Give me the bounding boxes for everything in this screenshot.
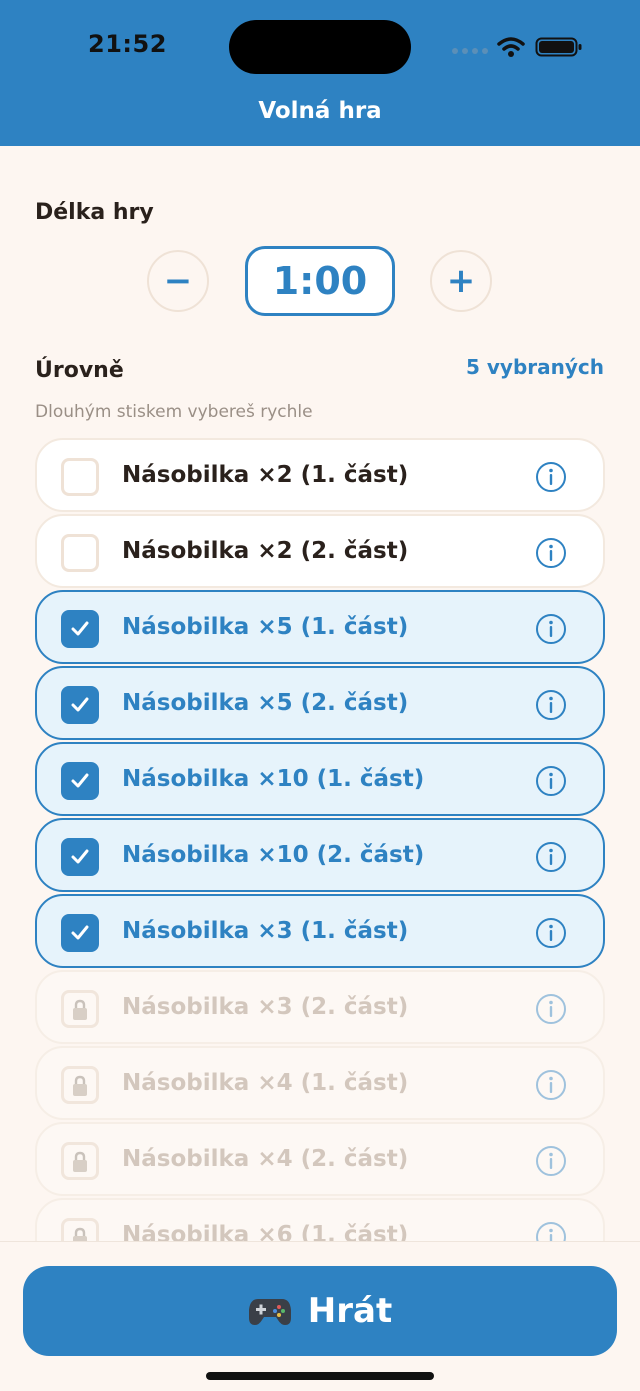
increase-duration-button[interactable]: + [430,250,492,312]
levels-hint: Dlouhým stiskem vybereš rychle [35,402,313,422]
level-checkbox[interactable] [61,686,99,724]
level-checkbox [61,1142,99,1180]
info-icon[interactable] [535,917,567,949]
duration-section-title: Délka hry [35,200,154,225]
info-icon[interactable] [535,613,567,645]
level-item[interactable]: Násobilka ×3 (1. část) [35,894,605,968]
level-item[interactable]: Násobilka ×10 (1. část) [35,742,605,816]
level-label: Násobilka ×3 (2. část) [122,994,409,1020]
checkmark-icon [71,773,89,788]
level-item[interactable]: Násobilka ×5 (1. část) [35,590,605,664]
level-label: Násobilka ×4 (2. část) [122,1146,409,1172]
info-icon[interactable] [535,689,567,721]
lock-icon [73,1151,87,1172]
info-icon[interactable] [535,461,567,493]
lock-icon [73,1075,87,1096]
battery-icon [535,37,582,57]
level-label: Násobilka ×4 (1. část) [122,1070,409,1096]
duration-value: 1:00 [245,246,395,316]
level-checkbox[interactable] [61,458,99,496]
home-indicator [206,1372,434,1380]
wifi-icon [497,37,525,57]
gamepad-icon [248,1299,291,1325]
level-checkbox[interactable] [61,534,99,572]
level-checkbox[interactable] [61,610,99,648]
level-list: Násobilka ×2 (1. část) Násobilka ×2 (2. … [35,438,605,1241]
level-item[interactable]: Násobilka ×5 (2. část) [35,666,605,740]
app-header: 21:52 Volná hra [0,0,640,146]
level-item: Násobilka ×4 (2. část) [35,1122,605,1196]
level-checkbox [61,1218,99,1241]
level-item: Násobilka ×3 (2. část) [35,970,605,1044]
play-button[interactable]: Hrát [23,1266,617,1356]
lock-icon [73,1227,87,1241]
level-item[interactable]: Násobilka ×2 (2. část) [35,514,605,588]
info-icon[interactable] [535,841,567,873]
decrease-duration-button[interactable]: − [147,250,209,312]
info-icon[interactable] [535,1069,567,1101]
level-label: Násobilka ×10 (2. část) [122,842,425,868]
level-checkbox[interactable] [61,762,99,800]
level-item: Násobilka ×4 (1. část) [35,1046,605,1120]
checkmark-icon [71,621,89,636]
level-label: Násobilka ×2 (1. část) [122,462,409,488]
cellular-signal-icon [452,48,488,54]
level-item[interactable]: Násobilka ×2 (1. část) [35,438,605,512]
level-checkbox[interactable] [61,838,99,876]
level-item: Násobilka ×6 (1. část) [35,1198,605,1241]
info-icon[interactable] [535,765,567,797]
level-label: Násobilka ×6 (1. část) [122,1222,409,1241]
play-button-label: Hrát [307,1291,393,1331]
level-label: Násobilka ×5 (1. část) [122,614,409,640]
level-label: Násobilka ×3 (1. část) [122,918,409,944]
page-title: Volná hra [258,98,382,124]
info-icon[interactable] [535,537,567,569]
dynamic-island [229,20,411,74]
checkmark-icon [71,849,89,864]
level-checkbox [61,990,99,1028]
level-checkbox[interactable] [61,914,99,952]
info-icon[interactable] [535,1221,567,1241]
checkmark-icon [71,925,89,940]
lock-icon [73,999,87,1020]
level-label: Násobilka ×2 (2. část) [122,538,409,564]
level-checkbox [61,1066,99,1104]
info-icon[interactable] [535,993,567,1025]
status-time: 21:52 [88,30,167,58]
levels-section-title: Úrovně [35,358,124,383]
level-label: Násobilka ×5 (2. část) [122,690,409,716]
selected-count-link[interactable]: 5 vybraných [466,355,604,379]
info-icon[interactable] [535,1145,567,1177]
level-item[interactable]: Násobilka ×10 (2. část) [35,818,605,892]
checkmark-icon [71,697,89,712]
level-label: Násobilka ×10 (1. část) [122,766,425,792]
